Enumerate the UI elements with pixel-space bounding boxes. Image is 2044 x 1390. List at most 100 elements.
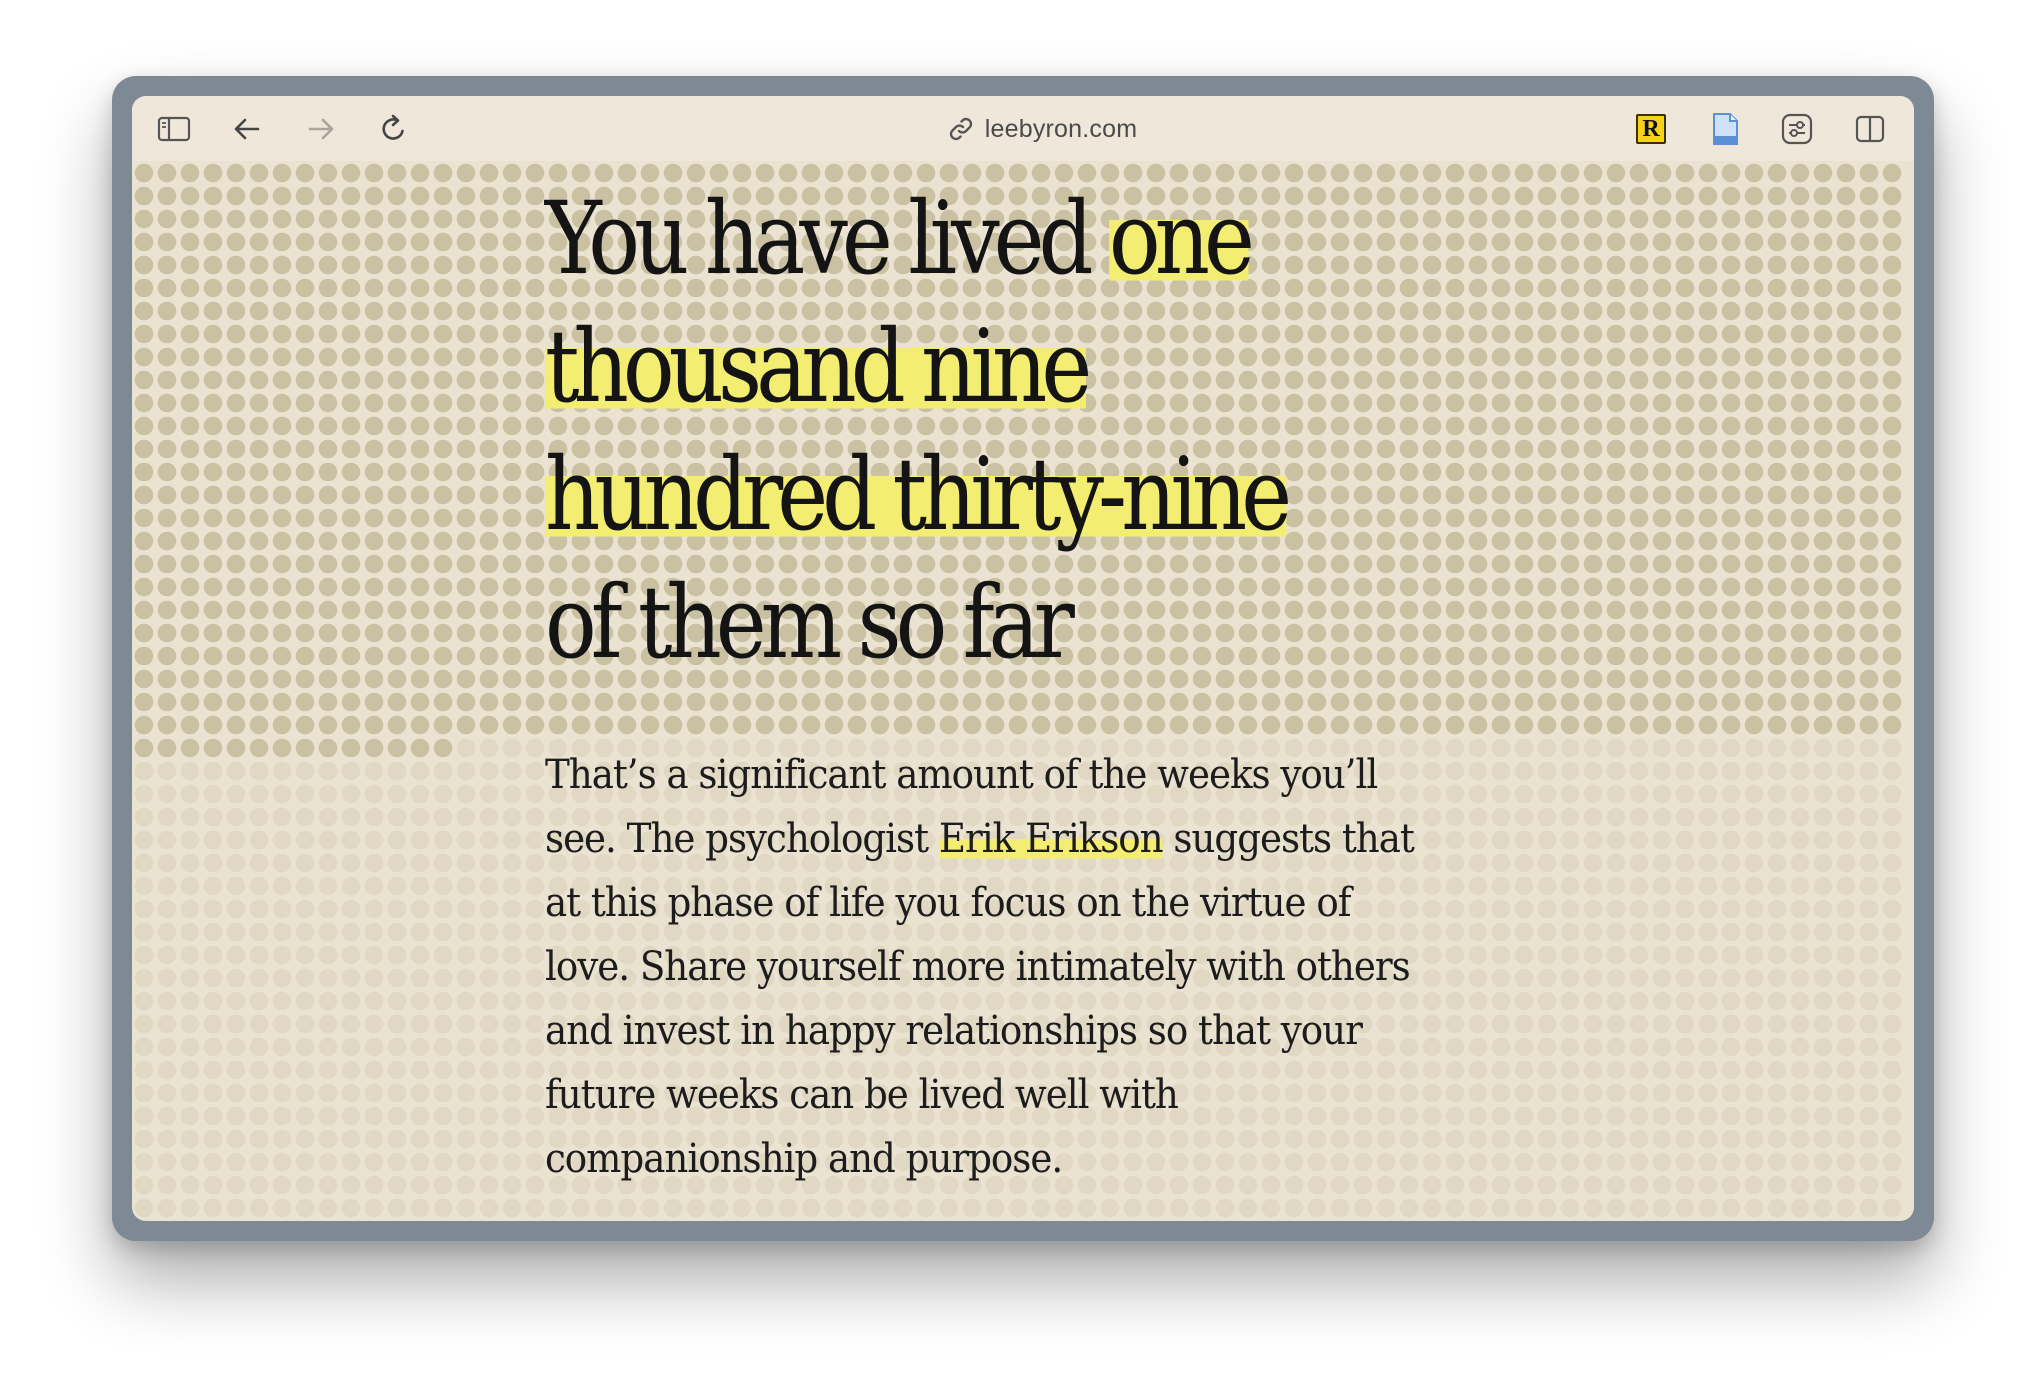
lived-week-dot — [1859, 669, 1879, 689]
lived-week-dot — [364, 531, 384, 551]
lived-week-dot — [226, 692, 246, 712]
lived-week-dot — [1882, 163, 1902, 183]
lived-week-dot — [1767, 646, 1787, 666]
future-week-dot — [249, 922, 269, 942]
future-week-dot — [364, 761, 384, 781]
lived-week-dot — [502, 393, 522, 413]
future-week-dot — [249, 1152, 269, 1172]
lived-week-dot — [203, 347, 223, 367]
future-week-dot — [1767, 784, 1787, 804]
future-week-dot — [387, 807, 407, 827]
future-week-dot — [1606, 807, 1626, 827]
lived-week-dot — [318, 508, 338, 528]
lived-week-dot — [1767, 623, 1787, 643]
lived-week-dot — [502, 232, 522, 252]
lived-week-dot — [410, 209, 430, 229]
lived-week-dot — [433, 255, 453, 275]
lived-week-dot — [1744, 669, 1764, 689]
future-week-dot — [1583, 1152, 1603, 1172]
future-week-dot — [1744, 1014, 1764, 1034]
lived-week-dot — [1882, 692, 1902, 712]
lived-week-dot — [1698, 278, 1718, 298]
split-view-button[interactable] — [1851, 110, 1889, 148]
readwise-extension-button[interactable]: R — [1636, 114, 1666, 144]
future-week-dot — [847, 1198, 867, 1218]
lived-week-dot — [157, 646, 177, 666]
lived-week-dot — [456, 485, 476, 505]
lived-week-dot — [1859, 485, 1879, 505]
lived-week-dot — [364, 393, 384, 413]
future-week-dot — [1652, 1175, 1672, 1195]
reload-button[interactable] — [375, 110, 413, 148]
future-week-dot — [272, 1106, 292, 1126]
address-bar[interactable]: leebyron.com — [892, 110, 1192, 148]
lived-week-dot — [1583, 600, 1603, 620]
lived-week-dot — [916, 692, 936, 712]
lived-week-dot — [226, 531, 246, 551]
future-week-dot — [1721, 1152, 1741, 1172]
lived-week-dot — [1813, 554, 1833, 574]
future-week-dot — [1744, 761, 1764, 781]
lived-week-dot — [387, 393, 407, 413]
future-week-dot — [1721, 830, 1741, 850]
document-extension-button[interactable] — [1706, 110, 1744, 148]
future-week-dot — [1583, 899, 1603, 919]
lived-week-dot — [456, 692, 476, 712]
lived-week-dot — [1882, 370, 1902, 390]
future-week-dot — [249, 899, 269, 919]
future-week-dot — [1629, 1083, 1649, 1103]
lived-week-dot — [341, 485, 361, 505]
lived-week-dot — [525, 278, 545, 298]
lived-week-dot — [203, 439, 223, 459]
future-week-dot — [180, 876, 200, 896]
future-week-dot — [203, 968, 223, 988]
lived-week-dot — [1836, 209, 1856, 229]
future-week-dot — [249, 1198, 269, 1218]
lived-week-dot — [479, 554, 499, 574]
future-week-dot — [1698, 1152, 1718, 1172]
lived-week-dot — [433, 669, 453, 689]
lived-week-dot — [249, 485, 269, 505]
future-week-dot — [1790, 876, 1810, 896]
lived-week-dot — [1445, 715, 1465, 735]
future-week-dot — [1813, 807, 1833, 827]
lived-week-dot — [1261, 715, 1281, 735]
lived-week-dot — [433, 278, 453, 298]
lived-week-dot — [341, 186, 361, 206]
lived-week-dot — [525, 347, 545, 367]
future-week-dot — [1629, 1060, 1649, 1080]
lived-week-dot — [1721, 692, 1741, 712]
future-week-dot — [1583, 830, 1603, 850]
erik-erikson-link[interactable]: Erik Erikson — [938, 816, 1164, 862]
future-week-dot — [1744, 945, 1764, 965]
lived-week-dot — [1744, 278, 1764, 298]
future-week-dot — [410, 945, 430, 965]
future-week-dot — [1836, 807, 1856, 827]
back-button[interactable] — [228, 110, 266, 148]
future-week-dot — [1698, 1037, 1718, 1057]
future-week-dot — [157, 1014, 177, 1034]
lived-week-dot — [180, 186, 200, 206]
future-week-dot — [1790, 945, 1810, 965]
future-week-dot — [1836, 853, 1856, 873]
future-week-dot — [1790, 1175, 1810, 1195]
sidebar-toggle-button[interactable] — [155, 110, 193, 148]
lived-week-dot — [1675, 715, 1695, 735]
future-week-dot — [1583, 1198, 1603, 1218]
future-week-dot — [1836, 1014, 1856, 1034]
lived-week-dot — [1146, 715, 1166, 735]
lived-week-dot — [1146, 692, 1166, 712]
lived-week-dot — [1836, 163, 1856, 183]
future-week-dot — [203, 807, 223, 827]
settings-extension-button[interactable] — [1778, 110, 1816, 148]
future-week-dot — [1698, 830, 1718, 850]
forward-button[interactable] — [302, 110, 340, 148]
lived-week-dot — [203, 531, 223, 551]
future-week-dot — [410, 899, 430, 919]
future-week-dot — [1675, 807, 1695, 827]
lived-week-dot — [1767, 462, 1787, 482]
browser-window-frame: leebyron.com R You have lived one thousa… — [112, 76, 1934, 1241]
lived-week-dot — [1169, 692, 1189, 712]
lived-week-dot — [755, 715, 775, 735]
lived-week-dot — [1652, 324, 1672, 344]
